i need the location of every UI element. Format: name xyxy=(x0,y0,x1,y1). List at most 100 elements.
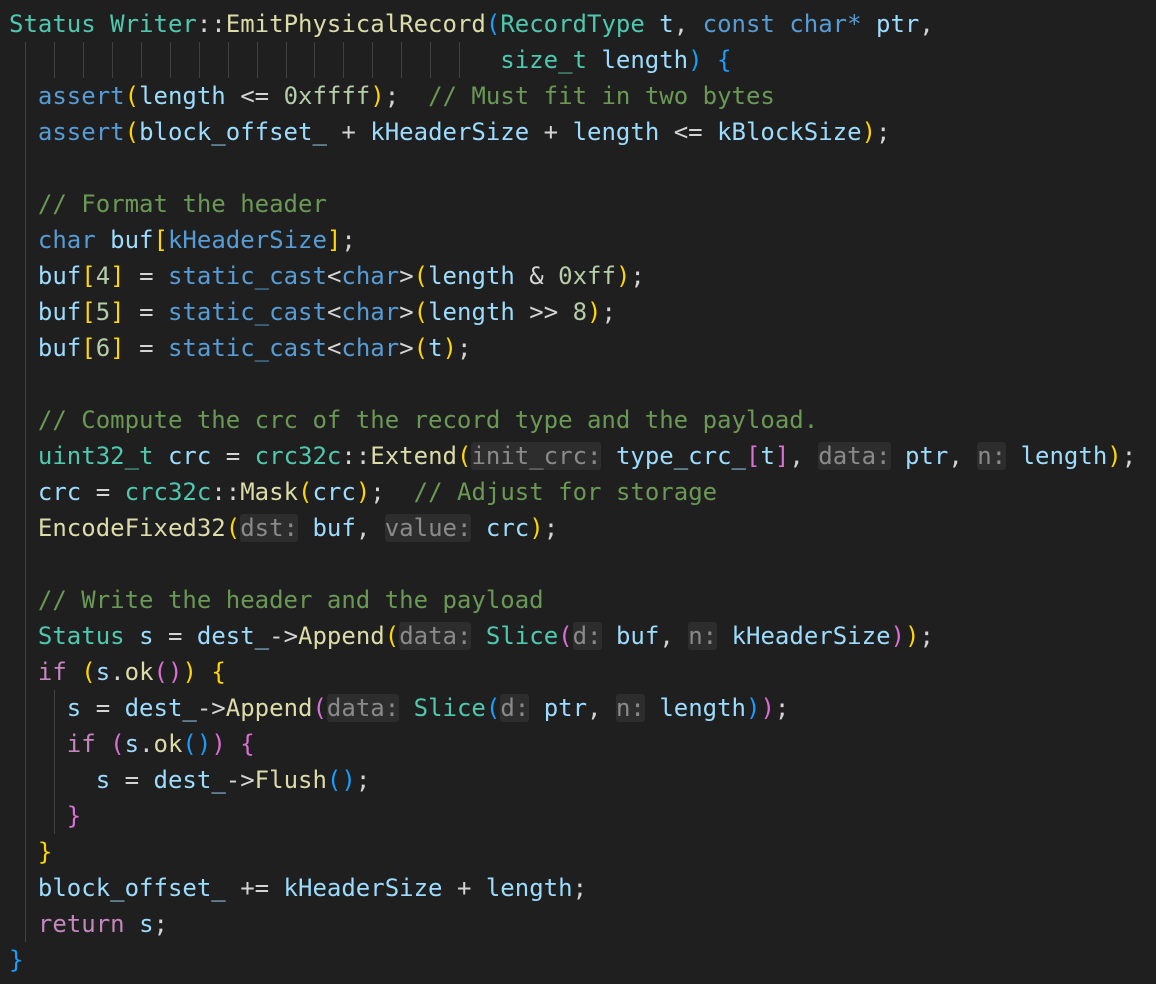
code-line[interactable]: char buf[kHeaderSize]; xyxy=(0,222,1156,258)
code-line[interactable]: block_offset_ += kHeaderSize + length; xyxy=(0,870,1156,906)
code-token: = xyxy=(124,262,168,290)
code-token: Writer xyxy=(110,10,197,38)
code-token: ( xyxy=(153,658,168,686)
code-token: buf xyxy=(37,334,82,362)
code-token: > xyxy=(399,298,414,326)
code-line[interactable]: // Write the header and the payload xyxy=(0,582,1156,618)
code-token: ; xyxy=(601,298,616,326)
code-token: ptr xyxy=(876,10,920,38)
code-line[interactable]: Status s = dest_->Append(data: Slice(d: … xyxy=(0,618,1156,654)
code-token: assert xyxy=(37,118,125,146)
indent-guide xyxy=(285,42,287,78)
code-token: ) xyxy=(529,514,544,542)
code-line[interactable]: return s; xyxy=(0,906,1156,942)
code-token: ) xyxy=(890,622,905,650)
indent-guide xyxy=(169,42,171,78)
code-token: crc32c xyxy=(254,442,342,470)
code-line[interactable]: s = dest_->Flush(); xyxy=(0,762,1156,798)
code-token: ; xyxy=(572,874,588,902)
code-token: s xyxy=(139,622,154,650)
code-token: type_crc_ xyxy=(615,442,746,470)
code-line[interactable]: } xyxy=(0,942,1156,978)
code-token: { xyxy=(717,46,732,74)
code-line[interactable]: uint32_t crc = crc32c::Extend(init_crc: … xyxy=(0,438,1156,474)
code-editor[interactable]: Status Writer::EmitPhysicalRecord(Record… xyxy=(0,0,1156,984)
code-token: assert xyxy=(37,82,125,110)
code-line[interactable] xyxy=(0,546,1156,582)
inlay-hint: d: xyxy=(572,622,602,650)
code-token: crc32c xyxy=(124,478,212,506)
indent-guide xyxy=(25,474,27,510)
indent-guide xyxy=(54,690,56,726)
code-line[interactable]: if (s.ok()) { xyxy=(0,726,1156,762)
indent-guide xyxy=(25,222,27,258)
code-token: buf xyxy=(37,262,82,290)
code-line[interactable]: assert(length <= 0xffff); // Must fit in… xyxy=(0,78,1156,114)
code-comment: // Must fit in two bytes xyxy=(428,82,775,110)
code-line[interactable]: crc = crc32c::Mask(crc); // Adjust for s… xyxy=(0,474,1156,510)
code-token: ( xyxy=(110,730,125,758)
code-token: = xyxy=(81,478,125,506)
code-line[interactable]: if (s.ok()) { xyxy=(0,654,1156,690)
code-token: = xyxy=(211,442,255,470)
code-token: , xyxy=(355,514,385,542)
code-token: ) xyxy=(615,262,631,290)
code-line[interactable]: assert(block_offset_ + kHeaderSize + len… xyxy=(0,114,1156,150)
code-token: ( xyxy=(485,694,501,722)
code-token: { xyxy=(211,658,226,686)
code-token: . xyxy=(110,658,125,686)
code-line[interactable] xyxy=(0,366,1156,402)
code-token: ( xyxy=(384,622,400,650)
code-token: ) xyxy=(587,298,602,326)
code-token: < xyxy=(326,262,342,290)
indent-guide xyxy=(25,726,27,762)
code-line[interactable]: s = dest_->Append(data: Slice(d: ptr, n:… xyxy=(0,690,1156,726)
code-token: size_t xyxy=(500,46,587,74)
code-token: length xyxy=(428,298,515,326)
code-token: ( xyxy=(558,622,573,650)
code-token: ) xyxy=(746,694,761,722)
code-token: crc xyxy=(167,442,212,470)
code-line[interactable]: } xyxy=(0,834,1156,870)
code-line[interactable]: buf[6] = static_cast<char>(t); xyxy=(0,330,1156,366)
code-token: char xyxy=(341,262,400,290)
code-token: Append xyxy=(298,622,385,650)
code-line[interactable]: // Compute the crc of the record type an… xyxy=(0,402,1156,438)
code-token: < xyxy=(326,298,342,326)
indent-guide xyxy=(227,42,229,78)
indent-guide xyxy=(54,42,56,78)
code-line[interactable]: // Format the header xyxy=(0,186,1156,222)
code-line[interactable]: EncodeFixed32(dst: buf, value: crc); xyxy=(0,510,1156,546)
code-token: char xyxy=(341,298,400,326)
code-token: = xyxy=(124,298,168,326)
code-token: >> xyxy=(514,298,573,326)
code-line[interactable]: } xyxy=(0,798,1156,834)
code-token: crc xyxy=(37,478,82,506)
code-token: EmitPhysicalRecord xyxy=(225,10,486,38)
code-token: crc xyxy=(485,514,530,542)
code-token: length xyxy=(601,46,689,74)
code-token: 4 xyxy=(95,262,111,290)
code-token: <= xyxy=(659,118,718,146)
code-comment: // Write the header and the payload xyxy=(37,586,544,614)
code-comment: // Compute the crc of the record type an… xyxy=(37,406,819,434)
code-line[interactable]: buf[5] = static_cast<char>(length >> 8); xyxy=(0,294,1156,330)
code-line[interactable]: size_t length) { xyxy=(0,42,1156,78)
code-line[interactable] xyxy=(0,150,1156,186)
code-token: -> xyxy=(196,694,226,722)
code-token: + xyxy=(442,874,486,902)
code-line[interactable]: buf[4] = static_cast<char>(length & 0xff… xyxy=(0,258,1156,294)
code-line[interactable]: Status Writer::EmitPhysicalRecord(Record… xyxy=(0,6,1156,42)
